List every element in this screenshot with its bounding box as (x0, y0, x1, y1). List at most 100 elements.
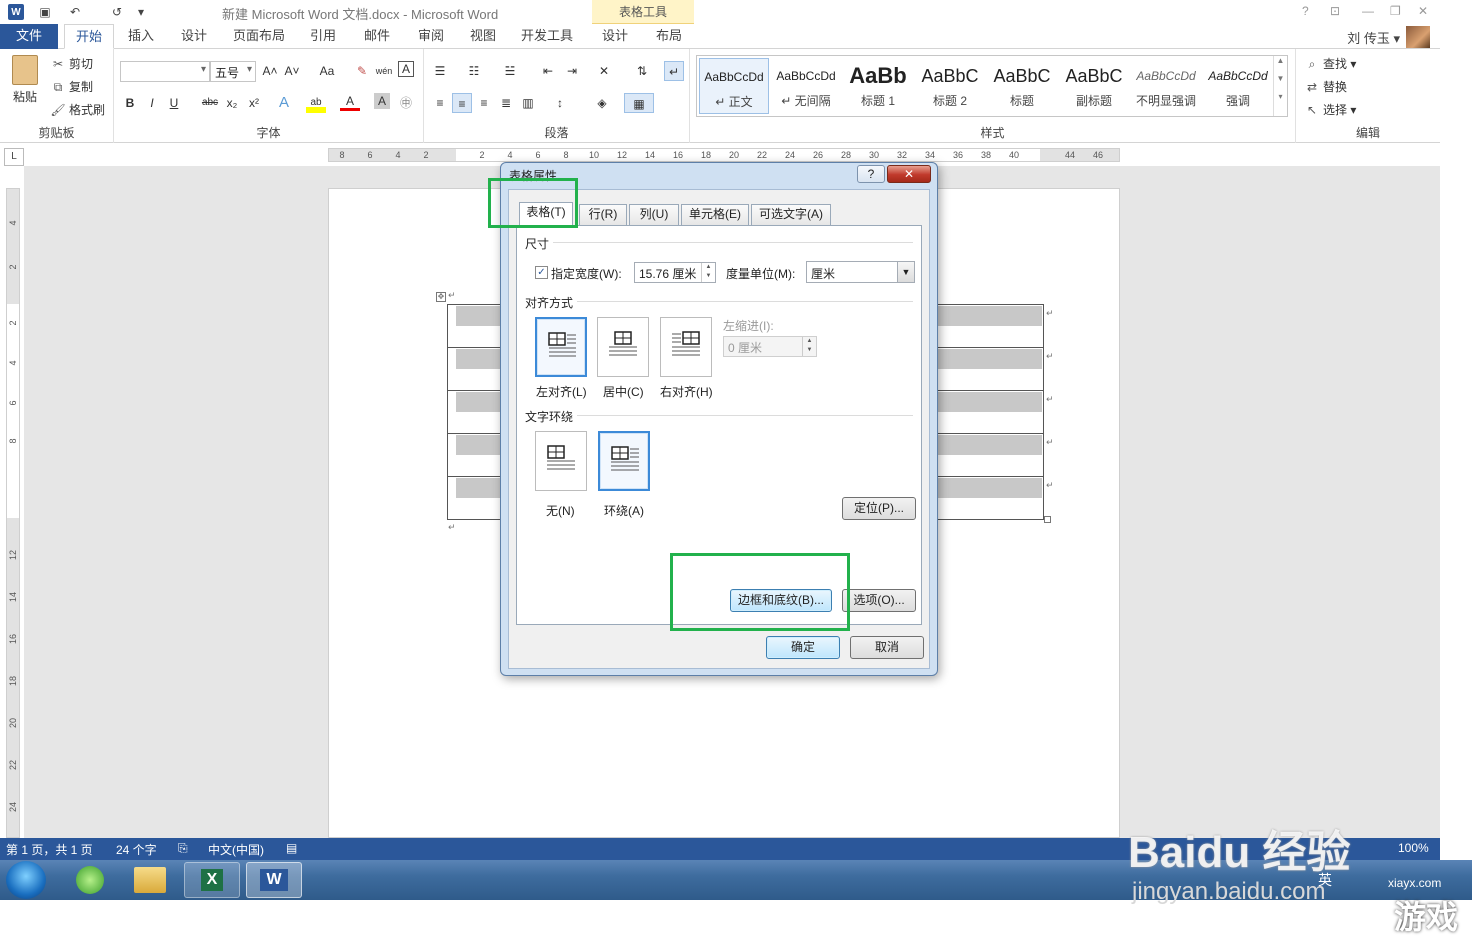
page-count[interactable]: 第 1 页，共 1 页 (6, 841, 93, 858)
font-name-combo[interactable] (120, 61, 210, 82)
shrink-font-icon[interactable]: A˅ (282, 61, 302, 81)
redo-icon[interactable]: ↺ (108, 3, 126, 21)
tab-mailings[interactable]: 邮件 (358, 24, 396, 49)
font-color-icon[interactable]: A (340, 93, 360, 111)
enclose-characters-icon[interactable]: ㊥ (396, 93, 416, 113)
bullets-icon[interactable]: ☰ (430, 61, 450, 81)
phonetic-guide-icon[interactable]: wén (374, 61, 394, 81)
ribbon-display-icon[interactable]: ⊡ (1330, 4, 1340, 18)
save-icon[interactable]: ▣ (36, 3, 54, 21)
dialog-tab-table[interactable]: 表格(T) (519, 202, 573, 225)
positioning-button[interactable]: 定位(P)... (842, 497, 916, 520)
highlight-icon[interactable]: ab (306, 93, 326, 113)
dialog-tab-alt-text[interactable]: 可选文字(A) (751, 204, 831, 225)
find-button[interactable]: ⌕ 查找 ▾ (1304, 55, 1357, 72)
measure-in-select[interactable]: 厘米 ▼ (806, 261, 915, 283)
cut-button[interactable]: ✂ 剪切 (50, 55, 93, 72)
style-title[interactable]: AaBbC 标题 (987, 58, 1057, 114)
word-taskbar-icon[interactable]: W (246, 862, 302, 898)
line-spacing-icon[interactable]: ↕ (550, 93, 570, 113)
help-icon[interactable]: ? (1302, 4, 1309, 18)
style-heading-2[interactable]: AaBbC 标题 2 (915, 58, 985, 114)
paragraph-shading-icon[interactable]: ◈ (592, 93, 612, 113)
style-emphasis[interactable]: AaBbCcDd 强调 (1203, 58, 1273, 114)
gallery-scroll[interactable]: ▲ ▼ ▾ (1273, 56, 1287, 116)
language-indicator[interactable]: 中文(中国) (208, 841, 264, 858)
tab-page-layout[interactable]: 页面布局 (228, 24, 290, 49)
borders-icon[interactable]: ▦ (624, 93, 654, 113)
word-count[interactable]: 24 个字 (116, 841, 157, 858)
align-center-icon[interactable]: ≡ (452, 93, 472, 113)
wrap-none-option[interactable] (535, 431, 587, 491)
align-left-option[interactable] (535, 317, 587, 377)
cancel-button[interactable]: 取消 (850, 636, 924, 659)
decrease-indent-icon[interactable]: ⇤ (538, 61, 558, 81)
underline-icon[interactable]: U (164, 93, 184, 113)
superscript-icon[interactable]: x² (244, 93, 264, 113)
tab-table-design[interactable]: 设计 (596, 24, 634, 49)
dialog-tab-row[interactable]: 行(R) (579, 204, 627, 225)
tab-design[interactable]: 设计 (176, 24, 212, 49)
strikethrough-icon[interactable]: abc (198, 93, 222, 113)
change-case-icon[interactable]: Aa (312, 61, 342, 81)
italic-icon[interactable]: I (142, 93, 162, 113)
copy-button[interactable]: ⧉ 复制 (50, 78, 93, 95)
preferred-width-input[interactable]: 15.76 厘米 ▲ ▼ (634, 262, 716, 283)
tab-view[interactable]: 视图 (464, 24, 502, 49)
user-name[interactable]: 刘 传玉 ▾ (1347, 28, 1400, 47)
distributed-icon[interactable]: ▥ (518, 93, 538, 113)
align-left-icon[interactable]: ≡ (430, 93, 450, 113)
justify-icon[interactable]: ≣ (496, 93, 516, 113)
undo-icon[interactable]: ↶ (66, 3, 84, 21)
select-button[interactable]: ↖ 选择 ▾ (1304, 101, 1356, 118)
tab-references[interactable]: 引用 (304, 24, 342, 49)
tab-file[interactable]: 文件 (0, 24, 58, 49)
table-resize-handle[interactable] (1044, 516, 1051, 523)
word-app-icon[interactable]: W (8, 4, 24, 20)
browser-taskbar-icon[interactable] (62, 862, 118, 898)
tab-table-layout[interactable]: 布局 (650, 24, 688, 49)
dialog-help-button[interactable]: ? (857, 165, 885, 183)
align-center-option[interactable] (597, 317, 649, 377)
customize-quick-access-icon[interactable]: ▾ (132, 3, 150, 21)
multilevel-list-icon[interactable]: ☱ (500, 61, 520, 81)
grow-font-icon[interactable]: A˄ (260, 61, 280, 81)
bold-icon[interactable]: B (120, 93, 140, 113)
style-heading-1[interactable]: AaBb 标题 1 (843, 58, 913, 114)
close-icon[interactable]: ✕ (1418, 4, 1428, 18)
maximize-icon[interactable]: ❐ (1390, 4, 1401, 18)
subscript-icon[interactable]: x₂ (222, 93, 242, 113)
explorer-taskbar-icon[interactable] (122, 862, 178, 898)
macro-icon[interactable]: ▤ (286, 841, 297, 855)
text-effects-icon[interactable]: A (274, 93, 294, 113)
spinner-arrows-icon[interactable]: ▲ ▼ (701, 263, 715, 282)
character-border-icon[interactable]: A (398, 61, 414, 77)
tab-review[interactable]: 审阅 (412, 24, 450, 49)
proofing-icon[interactable]: ⎘ (178, 841, 188, 856)
dropdown-arrow-icon[interactable]: ▼ (897, 262, 914, 282)
style-no-spacing[interactable]: AaBbCcDd ↵ 无间隔 (771, 58, 841, 114)
ok-button[interactable]: 确定 (766, 636, 840, 659)
borders-and-shading-button[interactable]: 边框和底纹(B)... (730, 589, 832, 612)
user-account[interactable]: 刘 传玉 ▾ (1347, 26, 1430, 48)
format-painter-button[interactable]: 🖌 格式刷 (50, 101, 105, 118)
options-button[interactable]: 选项(O)... (842, 589, 916, 612)
avatar[interactable] (1406, 26, 1430, 48)
increase-indent-icon[interactable]: ⇥ (562, 61, 582, 81)
tab-insert[interactable]: 插入 (122, 24, 160, 49)
dialog-tab-column[interactable]: 列(U) (629, 204, 679, 225)
tab-selector[interactable]: L (4, 148, 24, 166)
sort-icon[interactable]: ⇅ (632, 61, 652, 81)
clear-formatting-icon[interactable]: ✎ (352, 61, 372, 81)
character-shading-icon[interactable]: A (374, 93, 390, 109)
table-move-handle-icon[interactable]: ✥ (436, 292, 446, 302)
show-marks-icon[interactable]: ↵ (664, 61, 684, 81)
align-right-option[interactable] (660, 317, 712, 377)
style-subtitle[interactable]: AaBbC 副标题 (1059, 58, 1129, 114)
wrap-around-option[interactable] (598, 431, 650, 491)
align-right-icon[interactable]: ≡ (474, 93, 494, 113)
tab-developer[interactable]: 开发工具 (516, 24, 578, 49)
start-button-icon[interactable] (6, 861, 46, 899)
minimize-icon[interactable]: — (1362, 4, 1374, 18)
tab-home[interactable]: 开始 (64, 24, 114, 49)
